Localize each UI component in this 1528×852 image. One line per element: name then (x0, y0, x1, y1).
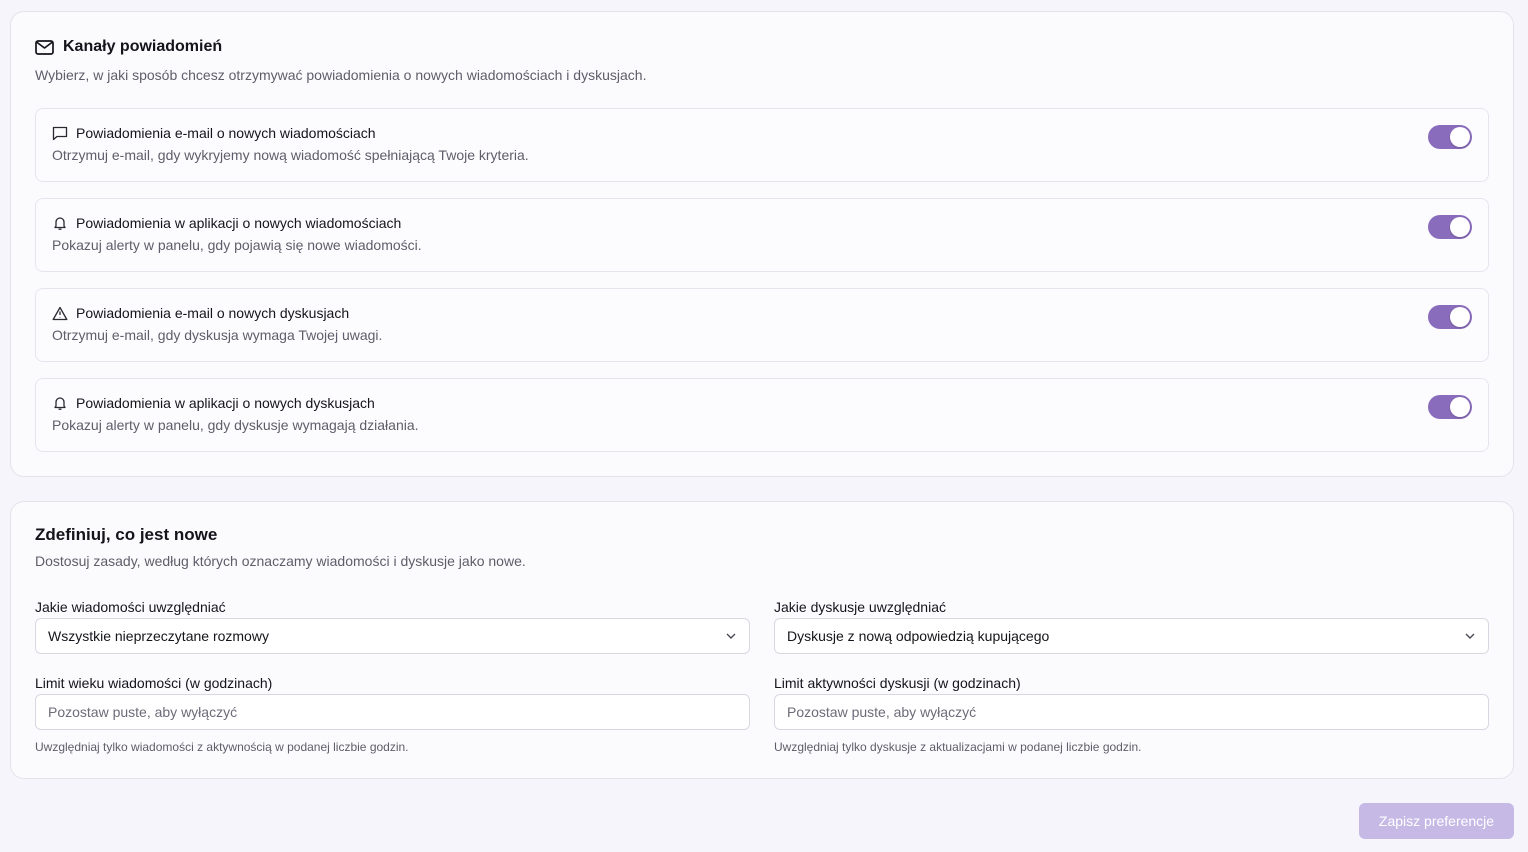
discussion-age-help: Uwzględniaj tylko dyskusje z aktualizacj… (774, 740, 1142, 754)
app-discussions-toggle[interactable] (1428, 395, 1472, 419)
discussions-select-value: Dyskusje z nową odpowiedzią kupującego (787, 628, 1050, 644)
messages-select-label: Jakie wiadomości uwzględniać (35, 599, 226, 615)
message-icon (52, 126, 68, 141)
bell-icon (52, 215, 68, 231)
toggle-knob (1450, 397, 1470, 417)
messages-select-value: Wszystkie nieprzeczytane rozmowy (48, 628, 269, 644)
channel-row-header: Powiadomienia w aplikacji o nowych dysku… (52, 395, 375, 411)
messages-select[interactable]: Wszystkie nieprzeczytane rozmowy (35, 618, 750, 654)
chevron-down-icon (725, 632, 737, 640)
chevron-down-icon (1464, 632, 1476, 640)
discussion-age-input[interactable] (787, 704, 1476, 720)
channels-header: Kanały powiadomień (35, 38, 222, 56)
define-new-card: Zdefiniuj, co jest nowe Dostosuj zasady,… (10, 501, 1514, 779)
channel-row-email-messages: Powiadomienia e-mail o nowych wiadomości… (35, 108, 1489, 182)
discussion-age-label: Limit aktywności dyskusji (w godzinach) (774, 675, 1021, 691)
discussions-select-label: Jakie dyskusje uwzględniać (774, 599, 946, 615)
bell-icon (52, 395, 68, 411)
channel-description: Otrzymuj e-mail, gdy wykryjemy nową wiad… (52, 147, 529, 163)
toggle-knob (1450, 127, 1470, 147)
define-title: Zdefiniuj, co jest nowe (35, 525, 218, 544)
app-messages-toggle[interactable] (1428, 215, 1472, 239)
message-age-label: Limit wieku wiadomości (w godzinach) (35, 675, 273, 691)
toggle-knob (1450, 217, 1470, 237)
message-age-help: Uwzględniaj tylko wiadomości z aktywnośc… (35, 740, 409, 754)
toggle-knob (1450, 307, 1470, 327)
channels-title: Kanały powiadomień (63, 38, 223, 55)
channel-title: Powiadomienia w aplikacji o nowych wiado… (76, 215, 402, 231)
channel-row-app-messages: Powiadomienia w aplikacji o nowych wiado… (35, 198, 1489, 272)
define-subtitle: Dostosuj zasady, według których oznaczam… (35, 553, 526, 569)
mail-icon (35, 39, 54, 55)
channel-title: Powiadomienia e-mail o nowych dyskusjach (76, 305, 350, 321)
discussion-age-field (774, 694, 1489, 730)
notification-channels-card: Kanały powiadomień Wybierz, w jaki sposó… (10, 11, 1514, 477)
channel-row-header: Powiadomienia e-mail o nowych dyskusjach (52, 305, 349, 321)
channel-row-header: Powiadomienia e-mail o nowych wiadomości… (52, 125, 376, 141)
email-discussions-toggle[interactable] (1428, 305, 1472, 329)
email-messages-toggle[interactable] (1428, 125, 1472, 149)
channel-row-email-discussions: Powiadomienia e-mail o nowych dyskusjach… (35, 288, 1489, 362)
channels-subtitle: Wybierz, w jaki sposób chcesz otrzymywać… (35, 67, 647, 83)
channel-row-app-discussions: Powiadomienia w aplikacji o nowych dysku… (35, 378, 1489, 452)
warning-icon (52, 306, 68, 321)
message-age-input[interactable] (48, 704, 737, 720)
channel-title: Powiadomienia w aplikacji o nowych dysku… (76, 395, 375, 411)
channel-row-header: Powiadomienia w aplikacji o nowych wiado… (52, 215, 401, 231)
channel-description: Pokazuj alerty w panelu, gdy pojawią się… (52, 237, 422, 253)
save-preferences-button[interactable]: Zapisz preferencje (1359, 803, 1514, 839)
channel-title: Powiadomienia e-mail o nowych wiadomości… (76, 125, 376, 141)
discussions-select[interactable]: Dyskusje z nową odpowiedzią kupującego (774, 618, 1489, 654)
message-age-field (35, 694, 750, 730)
channel-description: Pokazuj alerty w panelu, gdy dyskusje wy… (52, 417, 419, 433)
channel-description: Otrzymuj e-mail, gdy dyskusja wymaga Two… (52, 327, 383, 343)
